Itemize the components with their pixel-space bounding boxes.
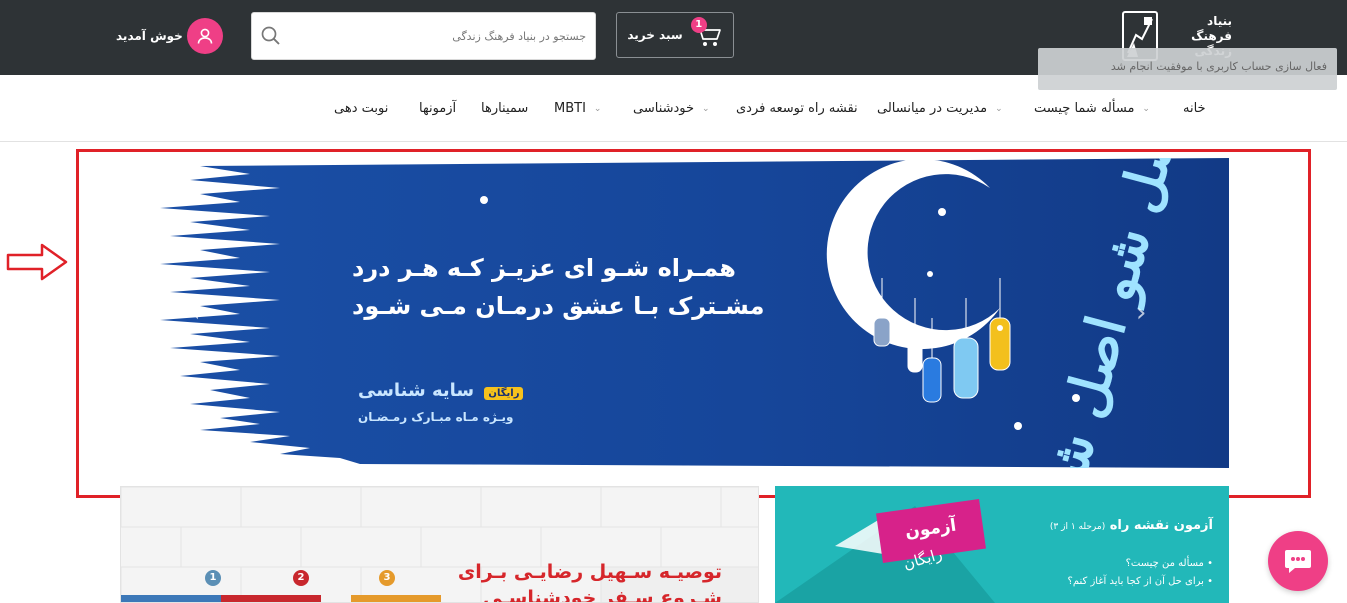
- nav-label: خانه: [1183, 101, 1206, 116]
- search-icon[interactable]: [260, 25, 284, 49]
- promo-title-line1: توصیـه سـهیل رضایـی بـرای: [457, 561, 722, 583]
- nav-label: آزمونها: [419, 101, 457, 116]
- search-input[interactable]: [292, 13, 592, 59]
- nav-item-tests[interactable]: آزمونها: [419, 101, 456, 116]
- step-badge-2: 2: [293, 570, 309, 586]
- nav-item-development-roadmap[interactable]: نقشه راه توسعه فردی: [736, 101, 858, 116]
- chat-icon: [1285, 550, 1311, 573]
- nav-label: مدیریت در میانسالی: [877, 101, 988, 116]
- chat-button[interactable]: [1268, 531, 1328, 591]
- cart-button[interactable]: سبد خرید 1: [616, 12, 734, 58]
- chevron-down-icon: ⌄: [1142, 103, 1150, 114]
- nav-label: سمینارها: [481, 101, 529, 116]
- test-step-note: (مرحله ۱ از ۳): [1049, 522, 1106, 532]
- search-box: [251, 12, 596, 60]
- success-toast: فعال سازی حساب کاربری با موفقیت انجام شد: [1038, 48, 1337, 90]
- test-card-title: آزمون نقشه راه (مرحله ۱ از ۳): [1050, 518, 1213, 533]
- step-badge-1: 1: [205, 570, 221, 586]
- nav-item-home[interactable]: خانه: [1183, 101, 1206, 116]
- test-item-2: • برای حل آن از کجا باید آغاز کنم؟: [1067, 576, 1213, 587]
- nav-item-midlife-management[interactable]: ⌄ مدیریت در میانسالی: [877, 101, 1003, 116]
- nav-item-seminars[interactable]: سمینارها: [481, 101, 528, 116]
- highlight-frame: [76, 149, 1311, 498]
- user-icon[interactable]: [186, 18, 223, 54]
- nav-label: MBTI: [554, 101, 586, 116]
- nav-item-self-knowledge[interactable]: ⌄ خودشناسی: [633, 101, 710, 116]
- nav-label: نقشه راه توسعه فردی: [736, 101, 858, 116]
- nav-label: نوبت دهی: [334, 101, 389, 116]
- cart-label: سبد خرید: [627, 28, 683, 42]
- test-item-1: • مسأله من چیست؟: [1125, 558, 1213, 569]
- step-badge-3: 3: [379, 570, 395, 586]
- nav-label: خودشناسی: [633, 101, 695, 116]
- nav-item-appointments[interactable]: نوبت دهی: [334, 101, 388, 116]
- logo-line1: بنیاد: [1207, 13, 1232, 28]
- promo-card-self-knowledge[interactable]: 1 2 3 توصیـه سـهیل رضایـی بـرای شـروع سـ…: [120, 486, 759, 603]
- welcome-label[interactable]: خوش آمدید: [116, 29, 183, 43]
- user-welcome[interactable]: خوش آمدید: [116, 18, 223, 54]
- nav-item-mbti[interactable]: ⌄ MBTI: [554, 101, 601, 116]
- cart-icon: 1: [690, 17, 723, 49]
- arrow-right-icon: [6, 243, 68, 281]
- promo-card-roadmap-test[interactable]: آزمون رایگان آزمون نقشه راه (مرحله ۱ از …: [775, 486, 1229, 603]
- nav-label: مسأله شما چیست: [1034, 101, 1135, 116]
- test-title: آزمون نقشه راه: [1109, 518, 1213, 533]
- chevron-down-icon: ⌄: [593, 103, 602, 114]
- chevron-down-icon: ⌄: [702, 103, 710, 114]
- nav-item-your-problem[interactable]: ⌄ مسأله شما چیست: [1034, 101, 1150, 116]
- brick-wall-background: [121, 487, 758, 602]
- logo-line2: فرهنگ: [1191, 28, 1232, 43]
- promo-title-line2: شـروع سـفر خودشناسـی: [482, 587, 722, 603]
- chevron-down-icon: ⌄: [995, 103, 1003, 114]
- cart-count-badge: 1: [690, 17, 707, 33]
